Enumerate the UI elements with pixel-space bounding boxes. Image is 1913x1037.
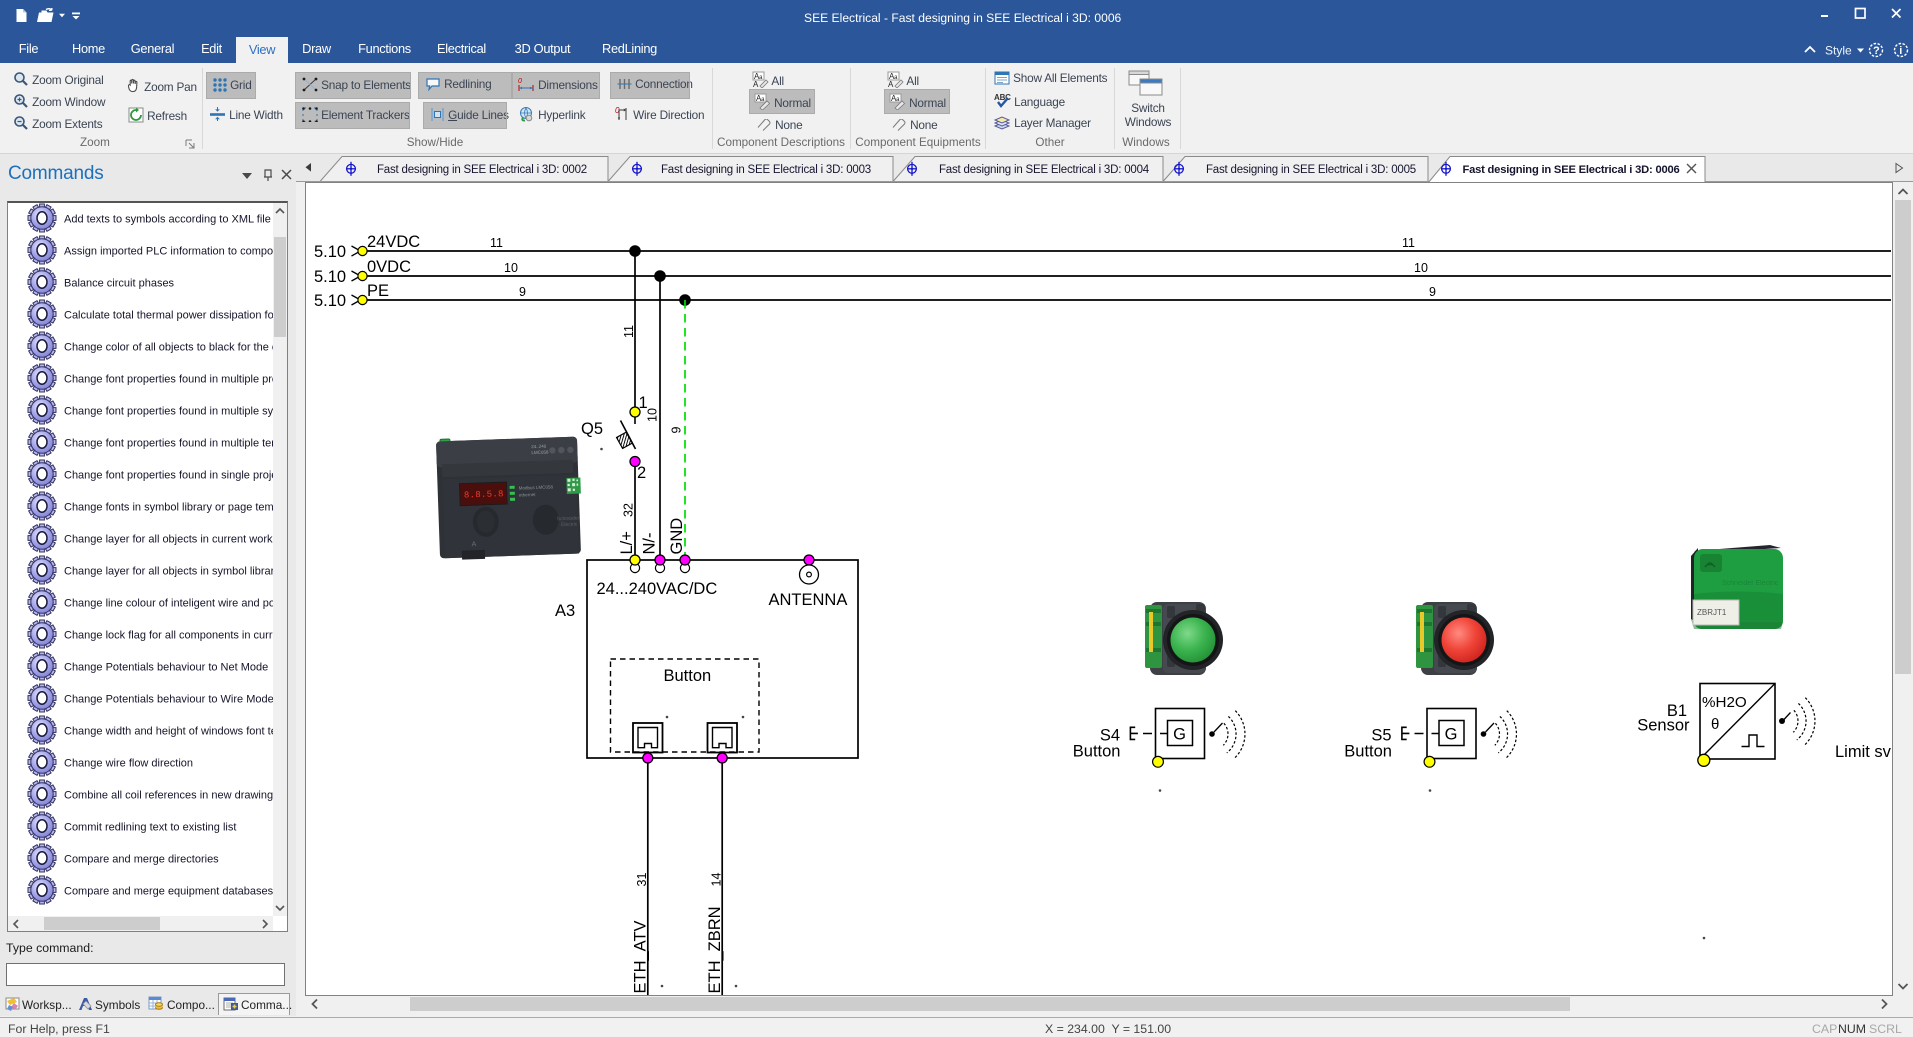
svg-text:Assign imported PLC informatio: Assign imported PLC information to compo… — [64, 246, 285, 258]
svg-text:A: A — [888, 80, 894, 88]
svg-text:?: ? — [1873, 45, 1880, 57]
svg-text:Change layer for all objects i: Change layer for all objects in current … — [64, 534, 284, 546]
svg-text:Change font properties found i: Change font properties found in multiple… — [64, 406, 287, 418]
svg-text:Balance circuit phases: Balance circuit phases — [64, 278, 175, 290]
svg-text:9: 9 — [670, 426, 684, 433]
svg-text:Compare and merge directories: Compare and merge directories — [64, 854, 219, 866]
svg-text:Q5: Q5 — [581, 420, 603, 438]
svg-text:Fast designing in SEE Electric: Fast designing in SEE Electrical i 3D: 0… — [939, 164, 1150, 176]
svg-text:ANTENNA: ANTENNA — [769, 591, 848, 609]
svg-text:Button: Button — [664, 667, 712, 685]
svg-text:ZBRJT1: ZBRJT1 — [1697, 608, 1727, 617]
svg-text:Fast designing in SEE Electric: Fast designing in SEE Electrical i 3D: 0… — [661, 164, 871, 176]
svg-text:Change font properties found i: Change font properties found in single p… — [64, 470, 283, 482]
svg-text:θ: θ — [1711, 716, 1719, 733]
svg-text:Schneider Electric: Schneider Electric — [1722, 580, 1779, 587]
svg-text:Fast designing in SEE Electric: Fast designing in SEE Electrical i 3D: 0… — [377, 164, 587, 176]
svg-text:5.10: 5.10 — [314, 243, 346, 261]
svg-text:Electric: Electric — [561, 522, 578, 529]
svg-text:G: G — [1173, 726, 1186, 744]
svg-text:Style: Style — [1825, 44, 1852, 58]
svg-text:PE: PE — [367, 282, 389, 300]
svg-text:GND: GND — [668, 518, 686, 555]
svg-text:Commit redlining text to exist: Commit redlining text to existing list — [64, 822, 236, 834]
svg-text:G: G — [1445, 726, 1458, 744]
svg-text:9: 9 — [1429, 285, 1436, 299]
svg-text:Change line colour of intelige: Change line colour of inteligent wire an… — [64, 598, 284, 610]
svg-text:11: 11 — [490, 236, 503, 250]
svg-text:Change Potentials behaviour to: Change Potentials behaviour to Net Mode — [64, 662, 268, 674]
svg-text:Worksp...: Worksp... — [22, 998, 72, 1012]
svg-text:14: 14 — [710, 873, 724, 887]
svg-text:ETH_ATV: ETH_ATV — [632, 920, 650, 993]
svg-text:A: A — [753, 80, 759, 88]
svg-text:ethernet: ethernet — [519, 492, 536, 498]
svg-text:Change font properties found i: Change font properties found in multiple… — [64, 438, 287, 450]
svg-text:Combine all coil references in: Combine all coil references in new drawi… — [64, 790, 285, 802]
svg-text:A3: A3 — [555, 602, 575, 620]
svg-text:10: 10 — [504, 261, 518, 275]
svg-text:5.10: 5.10 — [314, 292, 346, 310]
svg-text:Change color of all objects to: Change color of all objects to black for… — [64, 342, 278, 354]
svg-text:24..240: 24..240 — [531, 444, 547, 450]
svg-text:ABC: ABC — [994, 93, 1011, 102]
svg-text:%H2O: %H2O — [1702, 694, 1747, 711]
svg-text:Fast designing in SEE Electric: Fast designing in SEE Electrical i 3D: 0… — [1206, 164, 1416, 176]
svg-text:0: 0 — [518, 78, 522, 85]
svg-text:8.8.5.8: 8.8.5.8 — [464, 489, 504, 500]
svg-text:Change layer for all objects i: Change layer for all objects in symbol l… — [64, 566, 280, 578]
svg-text:Compare and merge equipment da: Compare and merge equipment databases — [64, 886, 274, 898]
svg-text:Calculate total thermal power: Calculate total thermal power dissipatio… — [64, 310, 287, 322]
svg-text:Change fonts in symbol library: Change fonts in symbol library or page t… — [64, 502, 287, 514]
svg-text:Button: Button — [1344, 743, 1392, 761]
svg-text:L/+: L/+ — [618, 531, 636, 554]
svg-text:Symbols: Symbols — [95, 998, 140, 1012]
svg-text:24VDC: 24VDC — [367, 233, 420, 251]
svg-text:32: 32 — [622, 503, 636, 517]
svg-text:Change Potentials behaviour to: Change Potentials behaviour to Wire Mode — [64, 694, 274, 706]
svg-text:10: 10 — [1414, 261, 1428, 275]
svg-text:A: A — [471, 541, 476, 548]
svg-text:Change wire flow direction: Change wire flow direction — [64, 758, 193, 770]
svg-text:5.10: 5.10 — [314, 268, 346, 286]
svg-text:10: 10 — [646, 408, 660, 422]
svg-text:Change lock flag for all compo: Change lock flag for all components in c… — [64, 630, 279, 642]
svg-text:Limit sv: Limit sv — [1835, 743, 1892, 761]
svg-text:Compo...: Compo... — [167, 998, 215, 1012]
svg-text:LMC058: LMC058 — [531, 450, 549, 456]
svg-text:ETH_ZBRN: ETH_ZBRN — [706, 906, 724, 993]
svg-text:11: 11 — [1402, 236, 1415, 250]
svg-text:24...240VAC/DC: 24...240VAC/DC — [597, 580, 718, 598]
svg-text:N/-: N/- — [641, 533, 659, 555]
svg-text:Sensor: Sensor — [1637, 717, 1690, 735]
svg-text:31: 31 — [635, 873, 649, 887]
svg-text:Change width and height of win: Change width and height of windows font … — [64, 726, 277, 738]
svg-text:Add texts to symbols according: Add texts to symbols according to XML fi… — [64, 214, 271, 226]
svg-text:0VDC: 0VDC — [367, 258, 411, 276]
svg-text:i: i — [1899, 45, 1902, 57]
svg-text:Fast designing in SEE Electric: Fast designing in SEE Electrical i 3D: 0… — [1462, 164, 1679, 176]
svg-text:Comma...: Comma... — [241, 998, 292, 1012]
svg-text:9: 9 — [519, 285, 526, 299]
svg-text:Button: Button — [1073, 743, 1121, 761]
svg-text:Change font properties found i: Change font properties found in multiple… — [64, 374, 287, 386]
svg-text:11: 11 — [622, 325, 636, 338]
svg-text:2: 2 — [637, 464, 646, 482]
